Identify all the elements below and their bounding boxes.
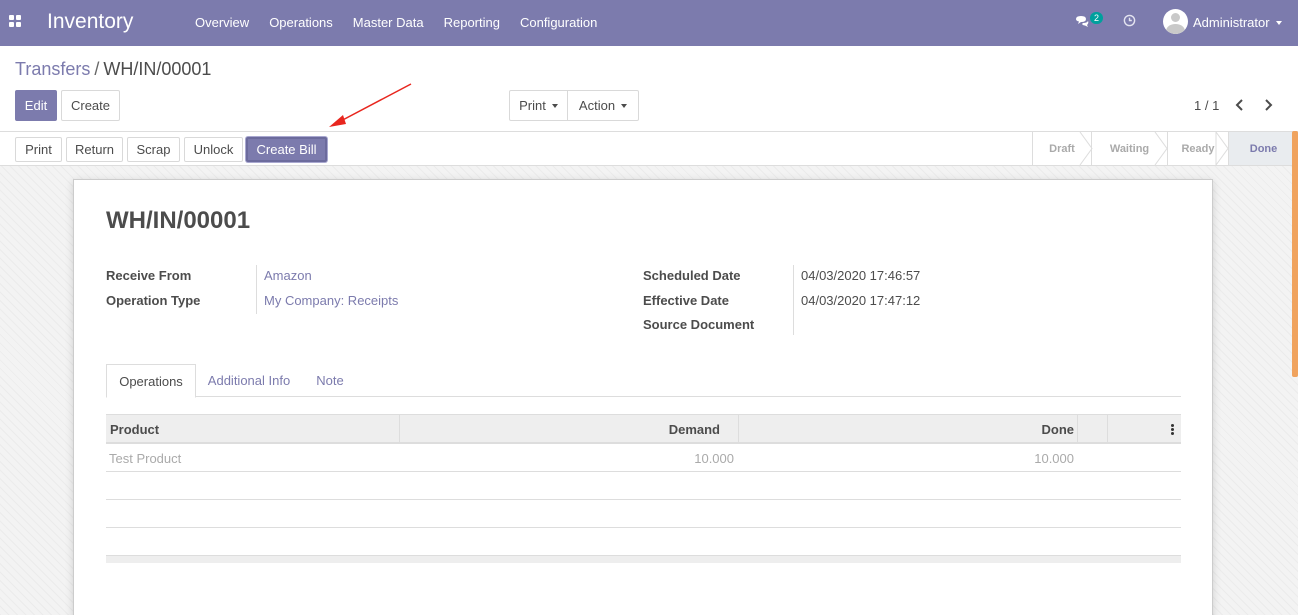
chat-icon[interactable]: [1075, 15, 1089, 27]
form-sheet: WH/IN/00001 Receive From Amazon Operatio…: [73, 179, 1213, 615]
return-button[interactable]: Return: [66, 137, 123, 162]
tab-additional-info[interactable]: Additional Info: [198, 364, 300, 397]
receive-from-value[interactable]: Amazon: [264, 268, 312, 283]
chat-count-badge: 2: [1090, 12, 1104, 24]
menu-overview[interactable]: Overview: [185, 0, 259, 46]
scheduled-date-value: 04/03/2020 17:46:57: [801, 268, 921, 283]
print-dropdown-label: Print: [519, 98, 546, 113]
main-menu: Overview Operations Master Data Reportin…: [185, 0, 607, 46]
table-row-empty: [106, 528, 1181, 556]
create-button[interactable]: Create: [61, 90, 120, 121]
user-avatar[interactable]: [1163, 9, 1188, 34]
table-header: Product Demand Done: [106, 414, 1181, 444]
caret-down-icon: [551, 103, 558, 108]
user-name[interactable]: Administrator: [1193, 15, 1270, 30]
table-row-empty: [106, 500, 1181, 528]
column-done[interactable]: Done: [746, 415, 1075, 443]
breadcrumb: Transfers / WH/IN/00001: [15, 59, 211, 80]
table-row-empty: [106, 472, 1181, 500]
top-navbar: Inventory Overview Operations Master Dat…: [0, 0, 1298, 46]
unlock-button[interactable]: Unlock: [184, 137, 243, 162]
tab-operations[interactable]: Operations: [106, 364, 196, 398]
scrap-button[interactable]: Scrap: [127, 137, 180, 162]
menu-reporting[interactable]: Reporting: [434, 0, 510, 46]
edit-button[interactable]: Edit: [15, 90, 57, 121]
field-divider: [793, 265, 794, 335]
print-button[interactable]: Print: [15, 137, 62, 162]
scrollbar[interactable]: [1292, 131, 1298, 377]
cell-done: 10.000: [1034, 450, 1074, 466]
action-dropdown[interactable]: Action: [567, 90, 639, 121]
print-dropdown[interactable]: Print: [509, 90, 568, 121]
effective-date-label: Effective Date: [643, 293, 729, 308]
breadcrumb-current: WH/IN/00001: [103, 59, 212, 79]
receive-from-label: Receive From: [106, 268, 192, 283]
chevron-right-icon[interactable]: [1261, 98, 1275, 112]
create-bill-button[interactable]: Create Bill: [246, 137, 327, 162]
tab-note[interactable]: Note: [306, 364, 354, 397]
menu-operations[interactable]: Operations: [259, 0, 343, 46]
pager-value[interactable]: 1 / 1: [1194, 98, 1219, 113]
cell-demand: 10.000: [694, 450, 734, 466]
column-divider: [738, 415, 739, 443]
operation-type-label: Operation Type: [106, 293, 201, 308]
column-settings-icon[interactable]: [1171, 424, 1174, 435]
effective-date-value: 04/03/2020 17:47:12: [801, 293, 921, 308]
column-divider: [1077, 415, 1078, 443]
stage-done[interactable]: Done: [1228, 132, 1298, 165]
status-bar: Print Return Scrap Unlock Create Bill Dr…: [0, 131, 1298, 166]
breadcrumb-separator: /: [94, 59, 100, 79]
breadcrumb-transfers[interactable]: Transfers: [15, 59, 90, 79]
scheduled-date-label: Scheduled Date: [643, 268, 741, 283]
menu-master-data[interactable]: Master Data: [343, 0, 434, 46]
table-footer: [106, 555, 1181, 563]
menu-configuration[interactable]: Configuration: [510, 0, 607, 46]
cell-product: Test Product: [109, 450, 182, 466]
annotation-arrow-icon: [329, 83, 412, 127]
column-divider: [1107, 415, 1108, 443]
caret-down-icon: [621, 103, 628, 108]
operation-type-value[interactable]: My Company: Receipts: [264, 293, 398, 308]
notebook-tabs: Operations Additional Info Note: [106, 364, 1181, 398]
stage-draft[interactable]: Draft: [1032, 132, 1091, 165]
stage-waiting[interactable]: Waiting: [1091, 132, 1167, 165]
column-product[interactable]: Product: [110, 415, 390, 443]
clock-icon[interactable]: [1123, 14, 1136, 27]
column-divider: [399, 415, 400, 443]
table-row[interactable]: Test Product 10.000 10.000: [106, 444, 1181, 472]
source-document-label: Source Document: [643, 317, 755, 332]
stage-ready[interactable]: Ready: [1167, 132, 1228, 165]
chevron-left-icon[interactable]: [1233, 98, 1247, 112]
app-title[interactable]: Inventory: [47, 10, 133, 34]
record-title: WH/IN/00001: [106, 207, 251, 234]
action-dropdown-label: Action: [578, 98, 616, 113]
field-divider: [256, 265, 257, 314]
column-demand[interactable]: Demand: [406, 415, 720, 443]
chevron-down-icon[interactable]: [1276, 21, 1282, 25]
stage-pipeline: Draft Waiting Ready Done: [1032, 132, 1298, 165]
apps-menu-icon[interactable]: [9, 15, 22, 28]
